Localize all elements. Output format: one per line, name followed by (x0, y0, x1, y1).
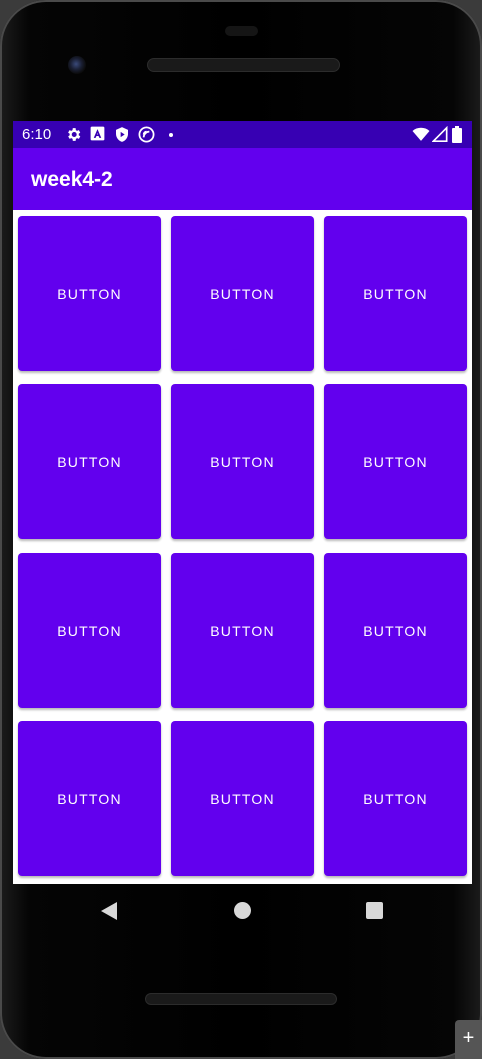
grid-button-5[interactable]: BUTTON (171, 384, 314, 539)
top-sensor (225, 26, 258, 36)
grid-button-7[interactable]: BUTTON (18, 553, 161, 708)
grid-button-6[interactable]: BUTTON (324, 384, 467, 539)
grid-button-1[interactable]: BUTTON (18, 216, 161, 371)
shield-play-icon (116, 127, 128, 142)
grid-button-9[interactable]: BUTTON (324, 553, 467, 708)
phone-frame: 6:10 week4-2 BUTTON BUTTON BUTTON BUTTON… (0, 0, 482, 1059)
battery-icon (452, 126, 462, 143)
grid-button-3[interactable]: BUTTON (324, 216, 467, 371)
font-a-icon (90, 126, 105, 141)
back-icon[interactable] (100, 901, 118, 921)
dot-icon (169, 133, 173, 137)
wifi-icon (412, 127, 430, 141)
circle-signal-icon (138, 126, 155, 143)
app-title: week4-2 (31, 168, 113, 191)
grid-button-4[interactable]: BUTTON (18, 384, 161, 539)
status-time: 6:10 (22, 126, 52, 143)
grid-button-10[interactable]: BUTTON (18, 721, 161, 876)
front-camera (68, 56, 86, 74)
navigation-bar (0, 884, 482, 936)
app-bar: week4-2 (13, 148, 472, 210)
home-icon[interactable] (234, 902, 251, 919)
status-bar: 6:10 (13, 121, 472, 148)
recents-icon[interactable] (366, 902, 383, 919)
grid-button-11[interactable]: BUTTON (171, 721, 314, 876)
grid-button-2[interactable]: BUTTON (171, 216, 314, 371)
emulator-expand-button[interactable]: + (455, 1020, 482, 1059)
gear-icon (68, 128, 81, 141)
cell-signal-icon (432, 126, 448, 142)
earpiece-speaker (147, 58, 340, 72)
screen: 6:10 week4-2 BUTTON BUTTON BUTTON BUTTON… (13, 121, 472, 884)
grid-button-12[interactable]: BUTTON (324, 721, 467, 876)
status-system-icons (412, 126, 464, 143)
bottom-speaker (145, 993, 337, 1005)
grid-button-8[interactable]: BUTTON (171, 553, 314, 708)
